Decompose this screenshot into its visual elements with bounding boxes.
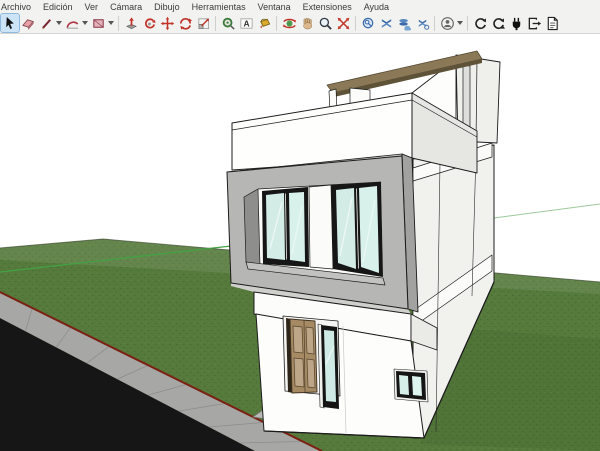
export-button[interactable] (525, 14, 543, 32)
menu-camara[interactable]: Cámara (104, 1, 148, 13)
refresh-tree-icon (491, 16, 506, 31)
3d-warehouse-icon (379, 16, 394, 31)
toolbar-separator (434, 16, 435, 31)
push-pull-tool-button[interactable] (122, 14, 140, 32)
toolbar-separator (467, 16, 468, 31)
scene (0, 34, 600, 451)
model-viewport[interactable] (0, 34, 600, 451)
tape-measure-icon (221, 16, 236, 31)
rotate-icon (178, 16, 193, 31)
zoom-extents-button[interactable] (334, 14, 352, 32)
arc-icon (65, 16, 80, 31)
rectangle-tool-dropdown[interactable] (107, 14, 115, 32)
refresh-button[interactable] (471, 14, 489, 32)
arc-tool-button[interactable] (63, 14, 81, 32)
account-avatar-icon (440, 16, 455, 31)
sketchup-window: Archivo Edición Ver Cámara Dibujo Herram… (0, 0, 600, 450)
toolbar-separator (118, 16, 119, 31)
share-model-icon (397, 16, 412, 31)
report-document-icon (545, 16, 560, 31)
move-tool-button[interactable] (158, 14, 176, 32)
menu-bar: Archivo Edición Ver Cámara Dibujo Herram… (0, 0, 600, 13)
bay-recess-jamb (244, 189, 260, 266)
refresh-tree-button[interactable] (489, 14, 507, 32)
scale-tool-button[interactable] (194, 14, 212, 32)
move-icon (160, 16, 175, 31)
pencil-icon (39, 16, 54, 31)
line-tool-button[interactable] (37, 14, 55, 32)
menu-ver[interactable]: Ver (79, 1, 105, 13)
menu-ayuda[interactable]: Ayuda (358, 1, 395, 13)
bay-centre-pillar (309, 185, 333, 269)
bay-window-left (262, 187, 309, 267)
warehouse-search-icon (361, 16, 376, 31)
text-tool-button[interactable]: A (237, 14, 255, 32)
orbit-tool-button[interactable] (280, 14, 298, 32)
small-window-glass (399, 375, 409, 395)
menu-dibujo[interactable]: Dibujo (148, 1, 186, 13)
sidelight-window (318, 324, 339, 409)
toolbar-separator (355, 16, 356, 31)
3d-warehouse-button[interactable] (377, 14, 395, 32)
account-dropdown[interactable] (456, 14, 464, 32)
follow-me-icon (142, 16, 157, 31)
menu-ventana[interactable]: Ventana (252, 1, 297, 13)
plug-icon (509, 16, 524, 31)
orbit-icon (282, 16, 297, 31)
zoom-tool-button[interactable] (316, 14, 334, 32)
tape-measure-tool-button[interactable] (219, 14, 237, 32)
rectangle-tool-button[interactable] (89, 14, 107, 32)
share-model-button[interactable] (395, 14, 413, 32)
refresh-icon (473, 16, 488, 31)
bay-window-right (331, 182, 383, 277)
arc-tool-dropdown[interactable] (81, 14, 89, 32)
pan-tool-button[interactable] (298, 14, 316, 32)
select-arrow-icon (3, 16, 18, 31)
menu-herramientas[interactable]: Herramientas (186, 1, 252, 13)
svg-text:A: A (243, 18, 249, 28)
small-window (394, 369, 428, 402)
menu-edicion[interactable]: Edición (37, 1, 79, 13)
glass-pane (289, 192, 305, 262)
eraser-icon (21, 16, 36, 31)
toolbar-separator (215, 16, 216, 31)
warehouse-search-button[interactable] (359, 14, 377, 32)
rectangle-icon (91, 16, 106, 31)
generate-report-button[interactable] (543, 14, 561, 32)
zoom-icon (318, 16, 333, 31)
account-button[interactable] (438, 14, 456, 32)
eraser-tool-button[interactable] (19, 14, 37, 32)
push-pull-icon (124, 16, 139, 31)
paint-bucket-icon (257, 16, 272, 31)
small-window-glass (412, 376, 422, 396)
menu-archivo[interactable]: Archivo (0, 1, 37, 13)
follow-me-tool-button[interactable] (140, 14, 158, 32)
toolbar-separator (276, 16, 277, 31)
toolbar: A (0, 13, 600, 34)
extension-manager-button[interactable] (507, 14, 525, 32)
zoom-extents-icon (336, 16, 351, 31)
sidelight-glass (324, 330, 336, 402)
extension-warehouse-button[interactable] (413, 14, 431, 32)
pan-hand-icon (300, 16, 315, 31)
paint-bucket-tool-button[interactable] (255, 14, 273, 32)
menu-extensiones[interactable]: Extensiones (297, 1, 358, 13)
scale-icon (196, 16, 211, 31)
rotate-tool-button[interactable] (176, 14, 194, 32)
text-icon: A (239, 16, 254, 31)
line-tool-dropdown[interactable] (55, 14, 63, 32)
select-tool-button[interactable] (1, 14, 19, 32)
export-icon (527, 16, 542, 31)
extension-warehouse-icon (415, 16, 430, 31)
